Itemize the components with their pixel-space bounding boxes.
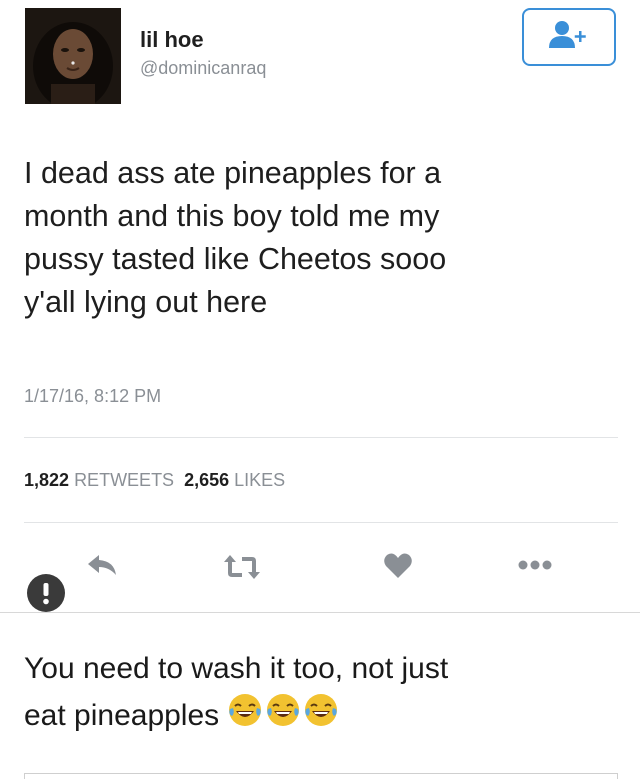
retweet-button[interactable] <box>220 552 264 586</box>
reply-button[interactable] <box>80 550 124 584</box>
comment-line-text: eat pineapples <box>24 698 220 732</box>
tweet-text-line: y'all lying out here <box>24 285 268 319</box>
section-separator <box>0 612 640 613</box>
display-name[interactable]: lil hoe <box>140 27 204 53</box>
alert-icon <box>26 573 66 618</box>
retweet-icon <box>222 553 262 586</box>
comment-text: You need to wash it too, not just eat pi… <box>24 646 624 742</box>
comment-line: You need to wash it too, not just <box>24 652 449 685</box>
alert-badge <box>26 573 66 618</box>
tweet-card: lil hoe @dominicanraq I dead ass ate pin… <box>0 0 640 612</box>
retweets-count: 1,822 <box>24 470 70 490</box>
likes-label: LIKES <box>234 470 286 490</box>
follow-button[interactable] <box>522 8 616 66</box>
likes-stat[interactable]: 2,656 LIKES <box>184 470 285 490</box>
tweet-text-line: pussy tasted like Cheetos sooo <box>24 242 447 276</box>
retweets-stat[interactable]: 1,822 RETWEETS <box>24 470 174 490</box>
more-button[interactable] <box>512 552 558 582</box>
more-icon <box>517 558 553 576</box>
tears-of-joy-emoji-icon <box>265 692 301 742</box>
divider <box>24 437 618 438</box>
tears-of-joy-emoji-icon <box>227 692 263 742</box>
heart-icon <box>383 552 413 585</box>
add-user-icon <box>546 18 592 57</box>
emoji-group <box>227 692 341 742</box>
reply-icon <box>85 552 119 583</box>
like-button[interactable] <box>376 551 420 585</box>
comment-line-2: eat pineapples <box>24 692 624 742</box>
tweet-text-line: I dead ass ate pineapples for a <box>24 156 442 190</box>
tears-of-joy-emoji-icon <box>303 692 339 742</box>
avatar[interactable] <box>25 8 121 104</box>
divider <box>24 522 618 523</box>
timestamp[interactable]: 1/17/16, 8:12 PM <box>24 386 161 407</box>
likes-count: 2,656 <box>184 470 230 490</box>
tweet-text: I dead ass ate pineapples for a month an… <box>24 152 614 324</box>
user-handle[interactable]: @dominicanraq <box>140 58 266 79</box>
tweet-text-line: month and this boy told me my <box>24 199 440 233</box>
input-box-edge <box>24 773 618 779</box>
retweets-label: RETWEETS <box>74 470 175 490</box>
tweet-stats: 1,822 RETWEETS 2,656 LIKES <box>24 470 285 491</box>
